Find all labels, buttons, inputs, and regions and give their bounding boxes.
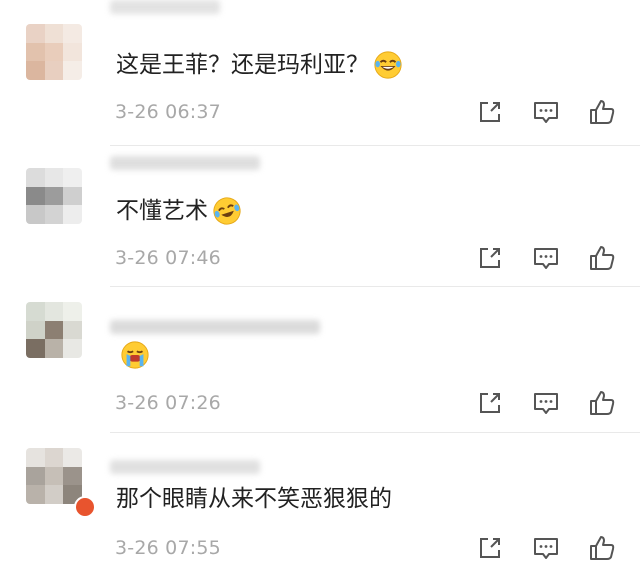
thumbs-up-icon — [590, 391, 615, 415]
username-blurred[interactable] — [110, 156, 260, 170]
username-blurred[interactable] — [110, 460, 260, 474]
comment-icon — [534, 248, 558, 269]
share-button[interactable] — [474, 387, 506, 419]
thumbs-up-icon — [590, 100, 615, 124]
comment-time: 3-26 07:46 — [115, 247, 221, 269]
share-button[interactable] — [474, 242, 506, 274]
avatar[interactable] — [26, 168, 82, 224]
comment-text-content: 不懂艺术 — [116, 198, 208, 224]
comment-icon — [534, 102, 558, 123]
like-button[interactable] — [586, 387, 618, 419]
comment-time: 3-26 06:37 — [115, 101, 221, 123]
avatar[interactable] — [26, 302, 82, 358]
comment-text-content: 那个眼睛从来不笑恶狠狠的 — [116, 486, 392, 512]
comment-icon — [534, 393, 558, 414]
reply-button[interactable] — [530, 242, 562, 274]
thumbs-up-icon — [590, 536, 615, 560]
reply-button[interactable] — [530, 387, 562, 419]
comment-text-content: 这是王菲？还是玛利亚？ — [116, 52, 369, 78]
verified-badge — [74, 496, 96, 518]
laugh-cry-emoji — [374, 51, 402, 79]
like-button[interactable] — [586, 532, 618, 564]
username-blurred[interactable] — [110, 0, 220, 14]
comment-item: 这是王菲？还是玛利亚？ 3-26 06:37 — [0, 0, 640, 146]
crying-emoji — [121, 341, 149, 369]
thumbs-up-icon — [590, 246, 615, 270]
share-button[interactable] — [474, 532, 506, 564]
comment-item: 不懂艺术 3-26 07:46 — [0, 146, 640, 292]
comment-time: 3-26 07:26 — [115, 392, 221, 414]
avatar[interactable] — [26, 448, 82, 504]
share-icon — [480, 102, 500, 122]
crying-laughing-tilted-emoji — [213, 197, 241, 225]
like-button[interactable] — [586, 96, 618, 128]
like-button[interactable] — [586, 242, 618, 274]
username-blurred[interactable] — [110, 320, 320, 334]
comment-text: 那个眼睛从来不笑恶狠狠的 — [116, 484, 392, 514]
share-icon — [480, 248, 500, 268]
reply-button[interactable] — [530, 96, 562, 128]
share-icon — [480, 393, 500, 413]
share-button[interactable] — [474, 96, 506, 128]
comment-item: 3-26 07:26 — [0, 286, 640, 433]
comment-text: 这是王菲？还是玛利亚？ — [116, 50, 403, 80]
reply-button[interactable] — [530, 532, 562, 564]
comment-time: 3-26 07:55 — [115, 537, 221, 559]
comment-text: 不懂艺术 — [116, 196, 242, 226]
share-icon — [480, 538, 500, 558]
comment-text — [116, 340, 150, 370]
avatar[interactable] — [26, 24, 82, 80]
comment-item: 那个眼睛从来不笑恶狠狠的 3-26 07:55 — [0, 432, 640, 578]
comment-icon — [534, 538, 558, 559]
